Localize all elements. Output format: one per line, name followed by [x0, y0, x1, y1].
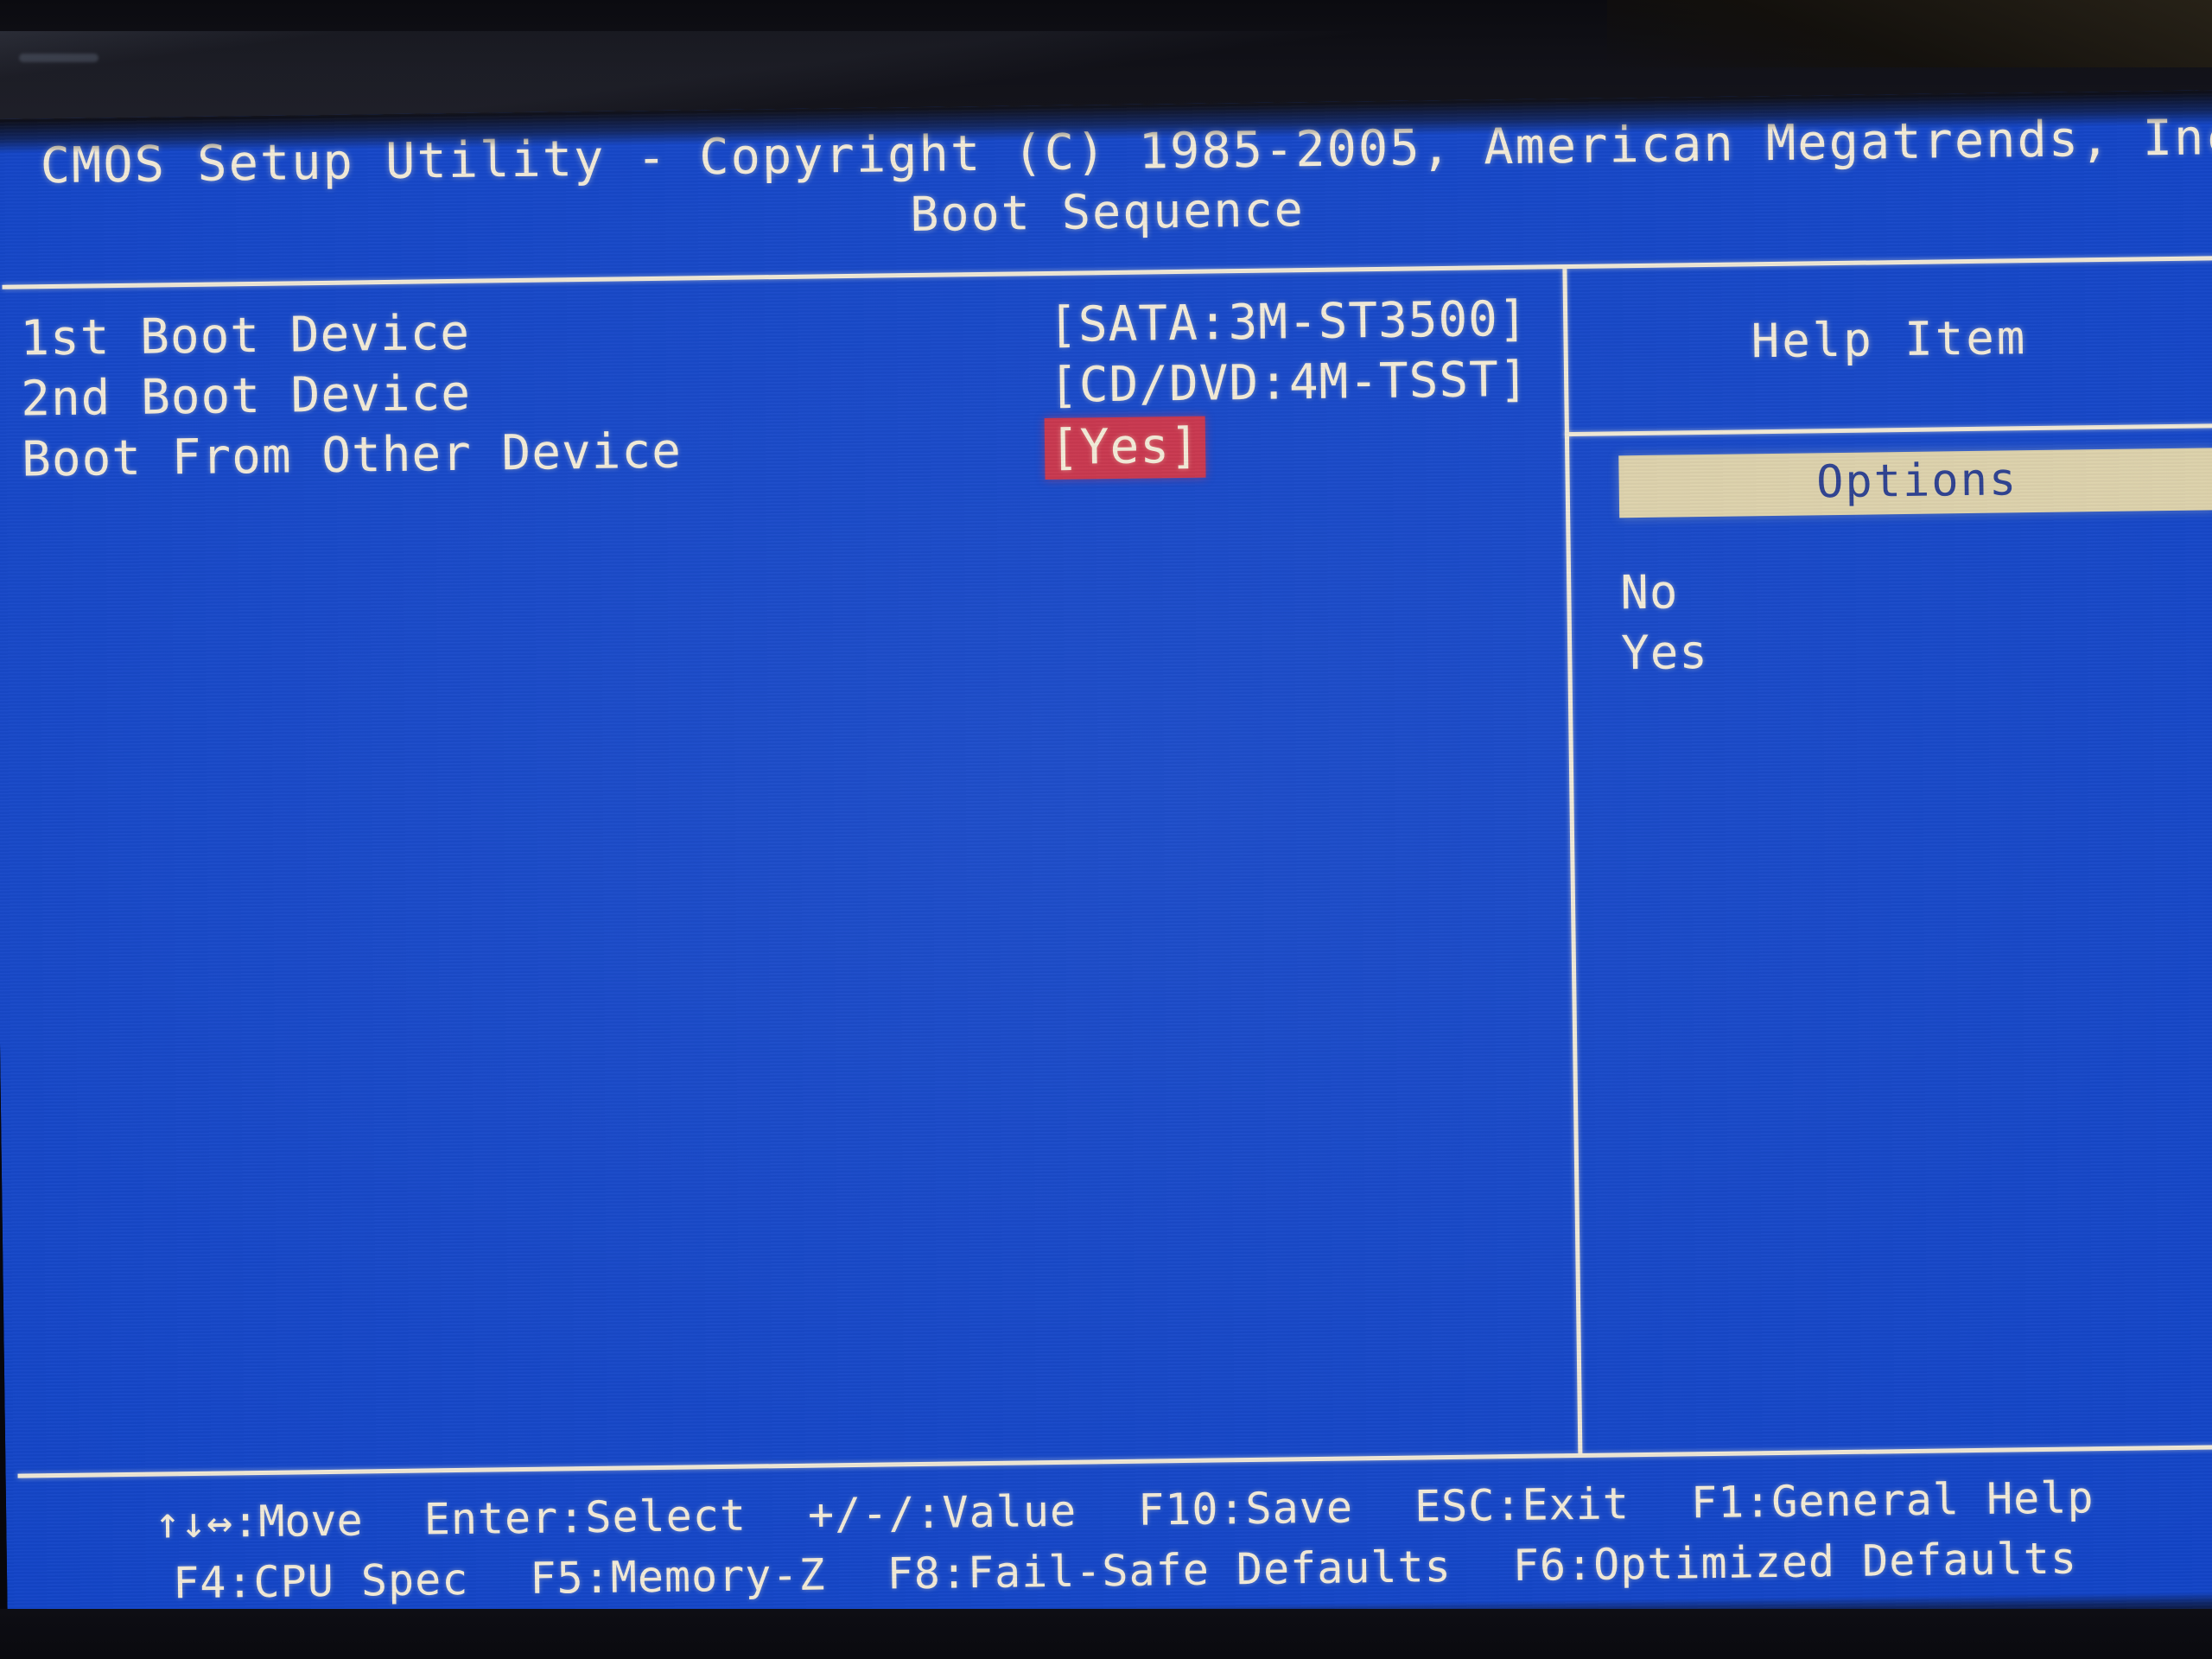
header-divider [2, 256, 2212, 289]
monitor-bezel-bottom [0, 1609, 2212, 1659]
bezel-ambient-light [1607, 0, 2212, 67]
help-header-divider [1564, 423, 2212, 437]
hotkey-f6-optimized-defaults[interactable]: F6:Optimized Defaults [1512, 1528, 2077, 1596]
setting-value[interactable]: [CD/DVD:4M-TSST] [1049, 352, 1529, 414]
help-panel-divider [1562, 269, 1583, 1454]
setting-label: 2nd Boot Device [20, 365, 472, 428]
setting-value[interactable]: [SATA:3M-ST3500] [1048, 291, 1529, 353]
hotkey-footer: ↑↓↔:Move Enter:Select +/-/:Value F10:Sav… [18, 1465, 2212, 1615]
setting-label: 1st Boot Device [19, 304, 471, 367]
bios-content: CMOS Setup Utility - Copyright (C) 1985-… [0, 90, 2212, 1646]
boot-settings-list: 1st Boot Device [SATA:3M-ST3500] 2nd Boo… [20, 290, 1543, 492]
option-item-no[interactable]: No [1620, 555, 2212, 623]
hotkey-f1-general-help[interactable]: F1:General Help [1691, 1467, 2094, 1533]
bios-setup-screenshot: CMOS Setup Utility - Copyright (C) 1985-… [0, 0, 2212, 1659]
hotkey-f5-memory-z[interactable]: F5:Memory-Z [530, 1544, 826, 1608]
setting-value-selected[interactable]: [Yes] [1044, 416, 1206, 480]
setting-label: Boot From Other Device [21, 423, 683, 488]
bios-screen: CMOS Setup Utility - Copyright (C) 1985-… [0, 90, 2212, 1647]
options-heading-label: Options [1815, 454, 2018, 509]
options-list: No Yes [1620, 555, 2212, 683]
hotkey-enter-select[interactable]: Enter:Select [423, 1485, 747, 1550]
hotkey-f8-fail-safe-defaults[interactable]: F8:Fail-Safe Defaults [887, 1536, 1452, 1605]
hotkey-f10-save[interactable]: F10:Save [1138, 1477, 1354, 1540]
bezel-highlight-mark [19, 54, 99, 62]
hotkey-move[interactable]: ↑↓↔:Move [154, 1490, 363, 1553]
option-item-yes[interactable]: Yes [1621, 615, 2212, 683]
hotkey-f4-cpu-spec[interactable]: F4:CPU Spec [173, 1549, 469, 1613]
monitor-screen-area: CMOS Setup Utility - Copyright (C) 1985-… [0, 90, 2212, 1647]
help-item-title: Help Item [1751, 310, 2028, 369]
hotkey-esc-exit[interactable]: ESC:Exit [1414, 1473, 1630, 1536]
options-heading-bar: Options [1618, 448, 2212, 518]
hotkey-value[interactable]: +/-/:Value [808, 1481, 1077, 1545]
